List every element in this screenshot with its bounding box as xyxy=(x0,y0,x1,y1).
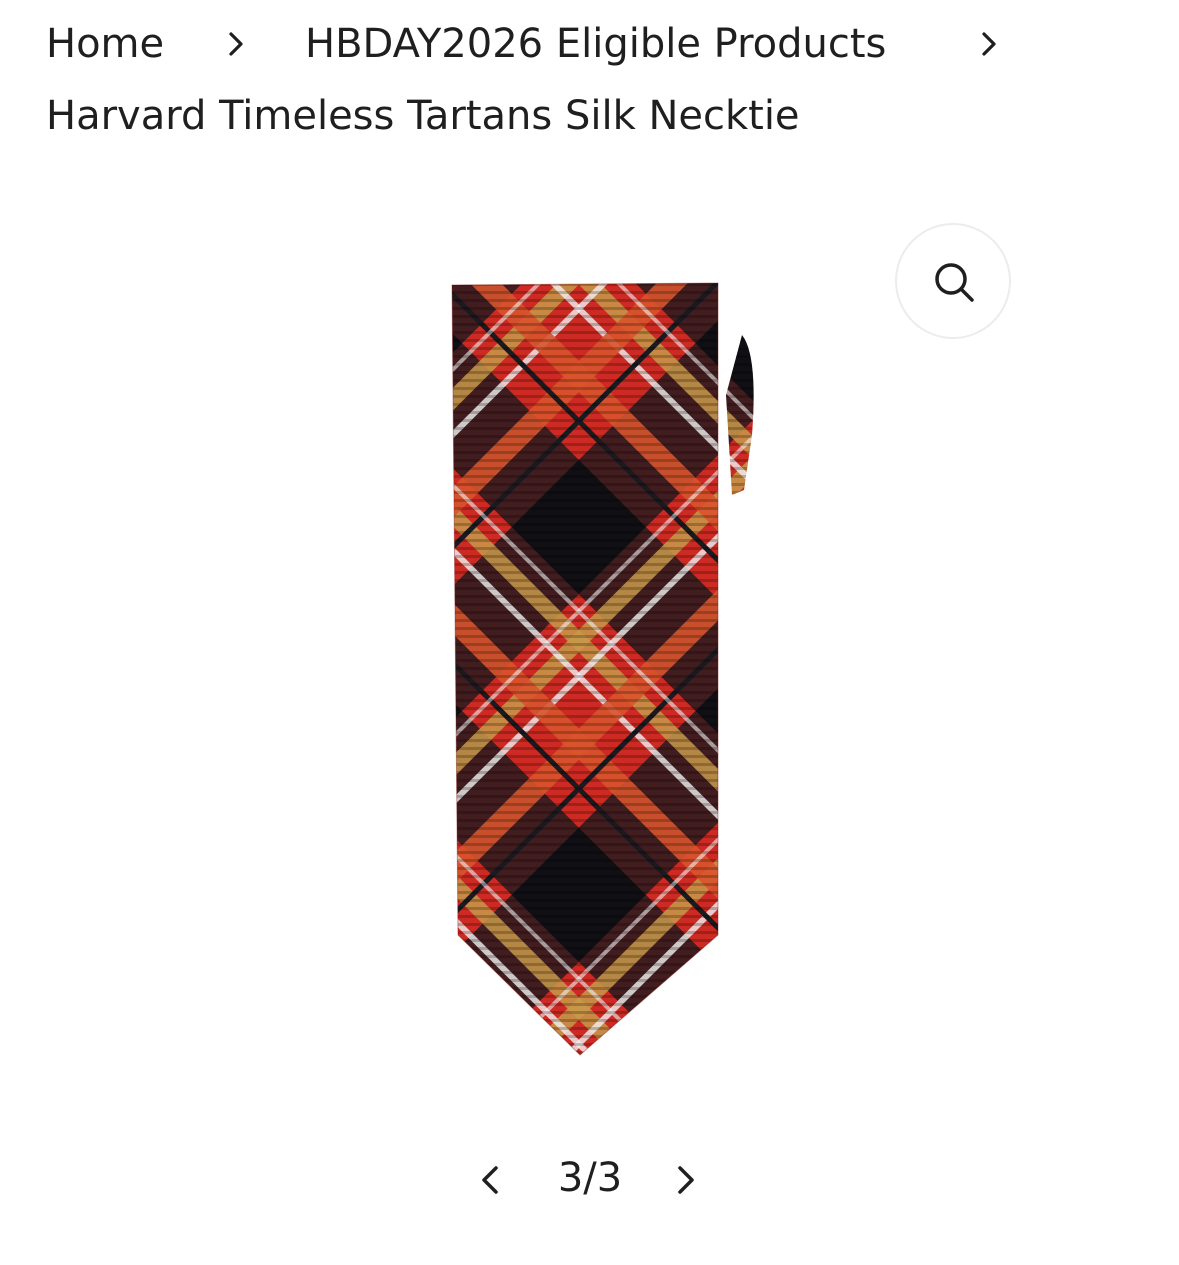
next-image-button[interactable] xyxy=(666,1156,706,1204)
previous-image-button[interactable] xyxy=(470,1156,510,1204)
necktie-shape xyxy=(451,282,754,1056)
image-pager: 3/3 xyxy=(0,1150,1179,1210)
chevron-right-icon xyxy=(980,24,1000,64)
breadcrumb: Home HBDAY2026 Eligible Products Harvard… xyxy=(0,0,1179,160)
breadcrumb-collection-link[interactable]: HBDAY2026 Eligible Products xyxy=(305,20,886,68)
product-image-necktie[interactable] xyxy=(440,275,760,1060)
breadcrumb-current-page: Harvard Timeless Tartans Silk Necktie xyxy=(46,93,800,139)
product-gallery: 3/3 xyxy=(0,160,1179,1265)
image-counter: 3/3 xyxy=(557,1155,623,1201)
chevron-right-icon xyxy=(227,24,247,64)
chevron-right-icon xyxy=(678,1166,694,1194)
search-icon xyxy=(935,263,974,302)
breadcrumb-home-link[interactable]: Home xyxy=(46,20,164,68)
chevron-left-icon xyxy=(482,1166,498,1194)
zoom-button[interactable] xyxy=(895,223,1011,339)
